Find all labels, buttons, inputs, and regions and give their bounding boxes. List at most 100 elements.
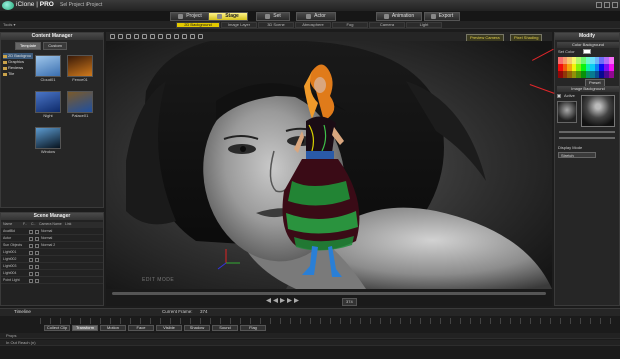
select-icon[interactable] [110,34,115,39]
track-row[interactable]: Props [0,333,620,339]
display-mode-select[interactable]: Stretch [558,152,596,158]
tab-actor[interactable]: Actor [296,12,336,21]
play-icon[interactable] [280,298,285,303]
rewind-icon[interactable] [266,298,271,303]
timeline-ruler[interactable] [40,318,620,324]
timeline-visible-button[interactable]: Visible [156,325,182,331]
color-swatch-cell[interactable] [608,71,614,78]
tab-animation[interactable]: Animation [376,12,422,21]
scale-icon[interactable] [134,34,139,39]
scene-row[interactable]: AvatBld Normal [1,229,103,235]
content-thumbnail[interactable]: Cloud01 [35,55,61,83]
edit-mode-label: EDIT MODE [142,277,175,283]
freeze-checkbox[interactable] [35,264,39,269]
scene-row[interactable]: Point Light [1,278,103,284]
color-swatch[interactable] [583,49,591,54]
scene-row[interactable]: Light003 [1,264,103,270]
background-thumbnail[interactable] [581,95,615,127]
background-image-slot[interactable] [557,101,577,123]
scene-row[interactable]: Sun Objects Normal 2 [1,243,103,249]
freeze-checkbox[interactable] [35,250,39,255]
content-thumbnail[interactable]: Night [35,91,61,119]
timeline-sound-button[interactable]: Sound [212,325,238,331]
freeze-checkbox[interactable] [35,257,39,262]
freeze-checkbox[interactable] [35,229,39,234]
content-thumbnail[interactable]: Palace01 [67,91,93,119]
visible-checkbox[interactable] [29,243,33,248]
freeze-checkbox[interactable] [35,236,39,241]
viewport[interactable]: Preview Camera Pixel Shading EDIT MODE 3… [106,32,552,306]
tab-project[interactable]: Project [170,12,210,21]
grid-icon[interactable] [182,34,187,39]
prev-frame-icon[interactable] [273,298,278,303]
freeze-checkbox[interactable] [35,243,39,248]
scene-row[interactable]: Light004 [1,271,103,277]
snap-icon[interactable] [190,34,195,39]
column-header[interactable]: F.. [21,223,29,227]
timeline-motion-button[interactable]: Motion [100,325,126,331]
tab-custom[interactable]: Custom [43,42,68,50]
opacity-slider[interactable] [559,131,615,133]
close-icon[interactable] [612,2,618,8]
subtab-camera[interactable]: Camera [369,22,405,28]
visible-checkbox[interactable] [29,271,33,276]
visible-checkbox[interactable] [29,264,33,269]
tab-export[interactable]: Export [424,12,460,21]
maximize-icon[interactable] [604,2,610,8]
tab-set[interactable]: Set [256,12,290,21]
image-background-section[interactable]: Image Background [557,86,619,92]
color-palette[interactable] [558,57,614,79]
active-checkbox[interactable]: Active [557,94,575,98]
timeline-flag-button[interactable]: Flag [240,325,266,331]
freeze-checkbox[interactable] [35,278,39,283]
forward-icon[interactable] [294,298,299,303]
freeze-checkbox[interactable] [35,271,39,276]
tab-template[interactable]: Template [15,42,42,50]
color-background-section[interactable]: Color Background [557,42,619,48]
viewport-frame-field[interactable]: 374 [342,298,357,306]
track-row[interactable]: In Out Reach (n) [0,340,620,346]
modify-title: Modify [555,33,619,40]
visible-checkbox[interactable] [29,278,33,283]
rotate-icon[interactable] [126,34,131,39]
orbit-icon[interactable] [166,34,171,39]
camera-icon[interactable] [142,34,147,39]
subtab-light[interactable]: Light [406,22,442,28]
color-swatch-cell[interactable] [608,57,614,64]
next-frame-icon[interactable] [287,298,292,303]
timeline-shadow-button[interactable]: Shadow [184,325,210,331]
pan-icon[interactable] [158,34,163,39]
minimize-icon[interactable] [596,2,602,8]
visible-checkbox[interactable] [29,236,33,241]
column-header[interactable]: Link [63,223,83,227]
zoom-icon[interactable] [150,34,155,39]
content-thumbnail[interactable]: Window [35,127,61,155]
tree-item[interactable]: Tile [3,71,33,77]
subtab-image-layer[interactable]: Image Layer [221,22,257,28]
color-swatch-cell[interactable] [608,64,614,71]
column-header[interactable]: Name [1,223,21,227]
visible-checkbox[interactable] [29,250,33,255]
tools-menu[interactable]: Tools ▾ [3,23,15,27]
subtab-2d-background[interactable]: 2D Background [176,22,220,28]
tab-stage[interactable]: Stage [208,12,248,21]
frame-icon[interactable] [174,34,179,39]
column-header[interactable]: C.. [29,223,37,227]
timeline-face-button[interactable]: Face [128,325,154,331]
scene-row[interactable]: Light001 [1,250,103,256]
column-header[interactable]: Camera Name [37,223,63,227]
brightness-slider[interactable] [559,137,615,139]
timeline-transform-button[interactable]: Transform [72,325,98,331]
visible-checkbox[interactable] [29,257,33,262]
subtab-fog[interactable]: Fog [332,22,368,28]
subtab-3d-scene[interactable]: 3D Scene [258,22,294,28]
content-thumbnail[interactable]: Fence01 [67,55,93,83]
timeline-collect-clip-button[interactable]: Collect Clip [44,325,70,331]
visible-checkbox[interactable] [29,229,33,234]
scene-row[interactable]: Actor Normal [1,236,103,242]
move-icon[interactable] [118,34,123,39]
subtab-atmosphere[interactable]: Atmosphere [295,22,331,28]
scene-row[interactable]: Light002 [1,257,103,263]
timeline-scrubber[interactable] [112,292,546,295]
light-icon[interactable] [198,34,203,39]
